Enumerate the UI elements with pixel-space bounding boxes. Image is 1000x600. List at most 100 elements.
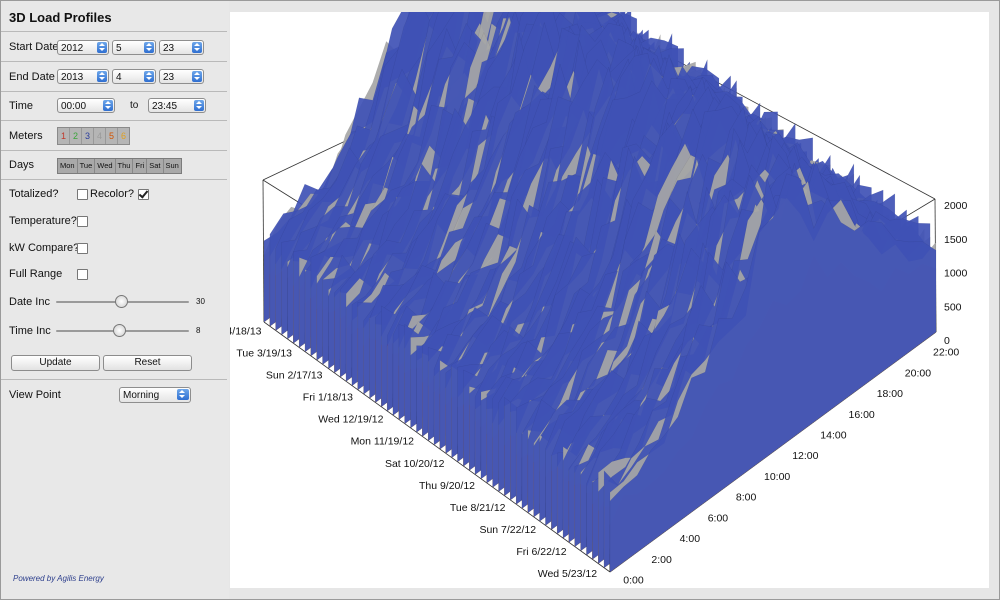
start-day-value: 23	[163, 43, 175, 54]
view-point-label: View Point	[9, 389, 61, 401]
update-button[interactable]: Update	[11, 355, 100, 371]
powered-by-footer: Powered by Agilis Energy	[13, 574, 104, 583]
date-tick-label: Wed 5/23/12	[538, 568, 598, 580]
kw-compare-checkbox[interactable]	[77, 243, 88, 254]
time-to-value: 23:45	[152, 101, 178, 112]
chevron-updown-icon	[194, 100, 204, 111]
end-year-value: 2013	[61, 72, 84, 83]
date-tick-label: Sun 7/22/12	[479, 524, 536, 536]
end-year-select[interactable]: 2013	[57, 69, 109, 84]
divider	[1, 179, 227, 180]
full-range-checkbox[interactable]	[77, 269, 88, 280]
meter-2-toggle[interactable]: 2	[70, 128, 82, 144]
chevron-updown-icon	[144, 71, 154, 82]
meter-1-toggle[interactable]: 1	[58, 128, 70, 144]
end-month-value: 4	[116, 72, 122, 83]
temperature-label: Temperature?	[9, 215, 77, 227]
end-date-label: End Date	[9, 71, 55, 83]
app-window: 3D Load Profiles Start Date 2012 5 23 En…	[0, 0, 1000, 600]
time-tick-label: 16:00	[849, 409, 875, 421]
day-toggle-mon[interactable]: Mon	[58, 159, 78, 173]
day-toggle-thu[interactable]: Thu	[116, 159, 134, 173]
time-tick-label: 12:00	[792, 450, 818, 462]
chevron-updown-icon	[192, 71, 202, 82]
chevron-updown-icon	[192, 42, 202, 53]
view-point-select[interactable]: Morning	[119, 387, 191, 403]
time-inc-value: 8	[196, 326, 201, 335]
kw-tick-label: 1500	[944, 234, 968, 246]
time-tick-label: 22:00	[933, 347, 959, 359]
reset-button[interactable]: Reset	[103, 355, 192, 371]
divider	[1, 91, 227, 92]
time-to-select[interactable]: 23:45	[148, 98, 206, 113]
totalized-checkbox[interactable]	[77, 189, 88, 200]
start-month-select[interactable]: 5	[112, 40, 156, 55]
surface-layers	[263, 12, 937, 573]
day-toggle-sun[interactable]: Sun	[164, 159, 181, 173]
time-tick-label: 20:00	[905, 367, 931, 379]
meters-toggle-group: 1 2 3 4 5 6	[57, 127, 130, 145]
kw-tick-label: 1000	[944, 268, 968, 280]
temperature-checkbox[interactable]	[77, 216, 88, 227]
start-day-select[interactable]: 23	[159, 40, 204, 55]
end-day-select[interactable]: 23	[159, 69, 204, 84]
time-tick-label: 14:00	[820, 430, 846, 442]
date-tick-label: Tue 3/19/13	[236, 348, 292, 360]
recolor-checkbox[interactable]	[138, 189, 149, 200]
time-from-select[interactable]: 00:00	[57, 98, 115, 113]
3d-load-surface-chart[interactable]: Wed 5/23/12 Fri 6/22/12 Sun 7/22/12 Tue 8/2…	[230, 12, 989, 588]
date-tick-label: Thu 4/18/13	[230, 326, 262, 338]
chevron-updown-icon	[97, 42, 107, 53]
date-inc-label: Date Inc	[9, 296, 50, 308]
3d-plot-area[interactable]: Wed 5/23/12 Fri 6/22/12 Sun 7/22/12 Tue 8/2…	[230, 12, 989, 588]
day-toggle-fri[interactable]: Fri	[133, 159, 148, 173]
day-toggle-tue[interactable]: Tue	[78, 159, 96, 173]
day-toggle-wed[interactable]: Wed	[95, 159, 116, 173]
start-year-select[interactable]: 2012	[57, 40, 109, 55]
meter-3-toggle[interactable]: 3	[82, 128, 94, 144]
date-tick-label: Wed 12/19/12	[318, 414, 383, 426]
view-point-value: Morning	[123, 390, 160, 401]
time-inc-label: Time Inc	[9, 325, 51, 337]
start-month-value: 5	[116, 43, 122, 54]
days-label: Days	[9, 159, 35, 171]
kw-compare-label: kW Compare?	[9, 242, 80, 254]
time-label: Time	[9, 100, 34, 112]
date-tick-label: Tue 8/21/12	[450, 502, 506, 514]
start-year-value: 2012	[61, 43, 84, 54]
time-tick-label: 6:00	[708, 512, 729, 524]
time-tick-label: 18:00	[877, 388, 903, 400]
divider	[1, 31, 227, 32]
meter-6-toggle[interactable]: 6	[118, 128, 129, 144]
chevron-updown-icon	[97, 71, 107, 82]
start-date-label: Start Date	[9, 41, 59, 53]
recolor-label: Recolor?	[90, 188, 135, 200]
kw-tick-label: 500	[944, 301, 962, 313]
divider	[1, 150, 227, 151]
time-tick-label: 2:00	[651, 554, 672, 566]
time-to-label: to	[130, 100, 139, 111]
kw-tick-label: 2000	[944, 200, 968, 212]
divider	[1, 120, 227, 121]
date-tick-label: Sat 10/20/12	[385, 458, 445, 470]
chevron-updown-icon	[177, 389, 189, 400]
date-tick-label: Fri 1/18/13	[303, 392, 353, 404]
full-range-label: Full Range	[9, 268, 63, 280]
day-toggle-sat[interactable]: Sat	[147, 159, 164, 173]
date-tick-label: Fri 6/22/12	[516, 546, 566, 558]
chevron-updown-icon	[103, 100, 113, 111]
end-day-value: 23	[163, 72, 175, 83]
control-panel: 3D Load Profiles Start Date 2012 5 23 En…	[1, 1, 229, 599]
meter-4-toggle[interactable]: 4	[94, 128, 106, 144]
panel-title: 3D Load Profiles	[9, 10, 112, 25]
date-tick-label: Sun 2/17/13	[266, 370, 323, 382]
end-month-select[interactable]: 4	[112, 69, 156, 84]
time-from-value: 00:00	[61, 101, 87, 112]
date-tick-label: Mon 11/19/12	[351, 436, 415, 448]
divider	[1, 61, 227, 62]
meter-5-toggle[interactable]: 5	[106, 128, 118, 144]
days-toggle-group: Mon Tue Wed Thu Fri Sat Sun	[57, 158, 182, 174]
time-tick-label: 10:00	[764, 471, 790, 483]
time-inc-slider-thumb[interactable]	[113, 324, 126, 337]
date-inc-slider-thumb[interactable]	[115, 295, 128, 308]
